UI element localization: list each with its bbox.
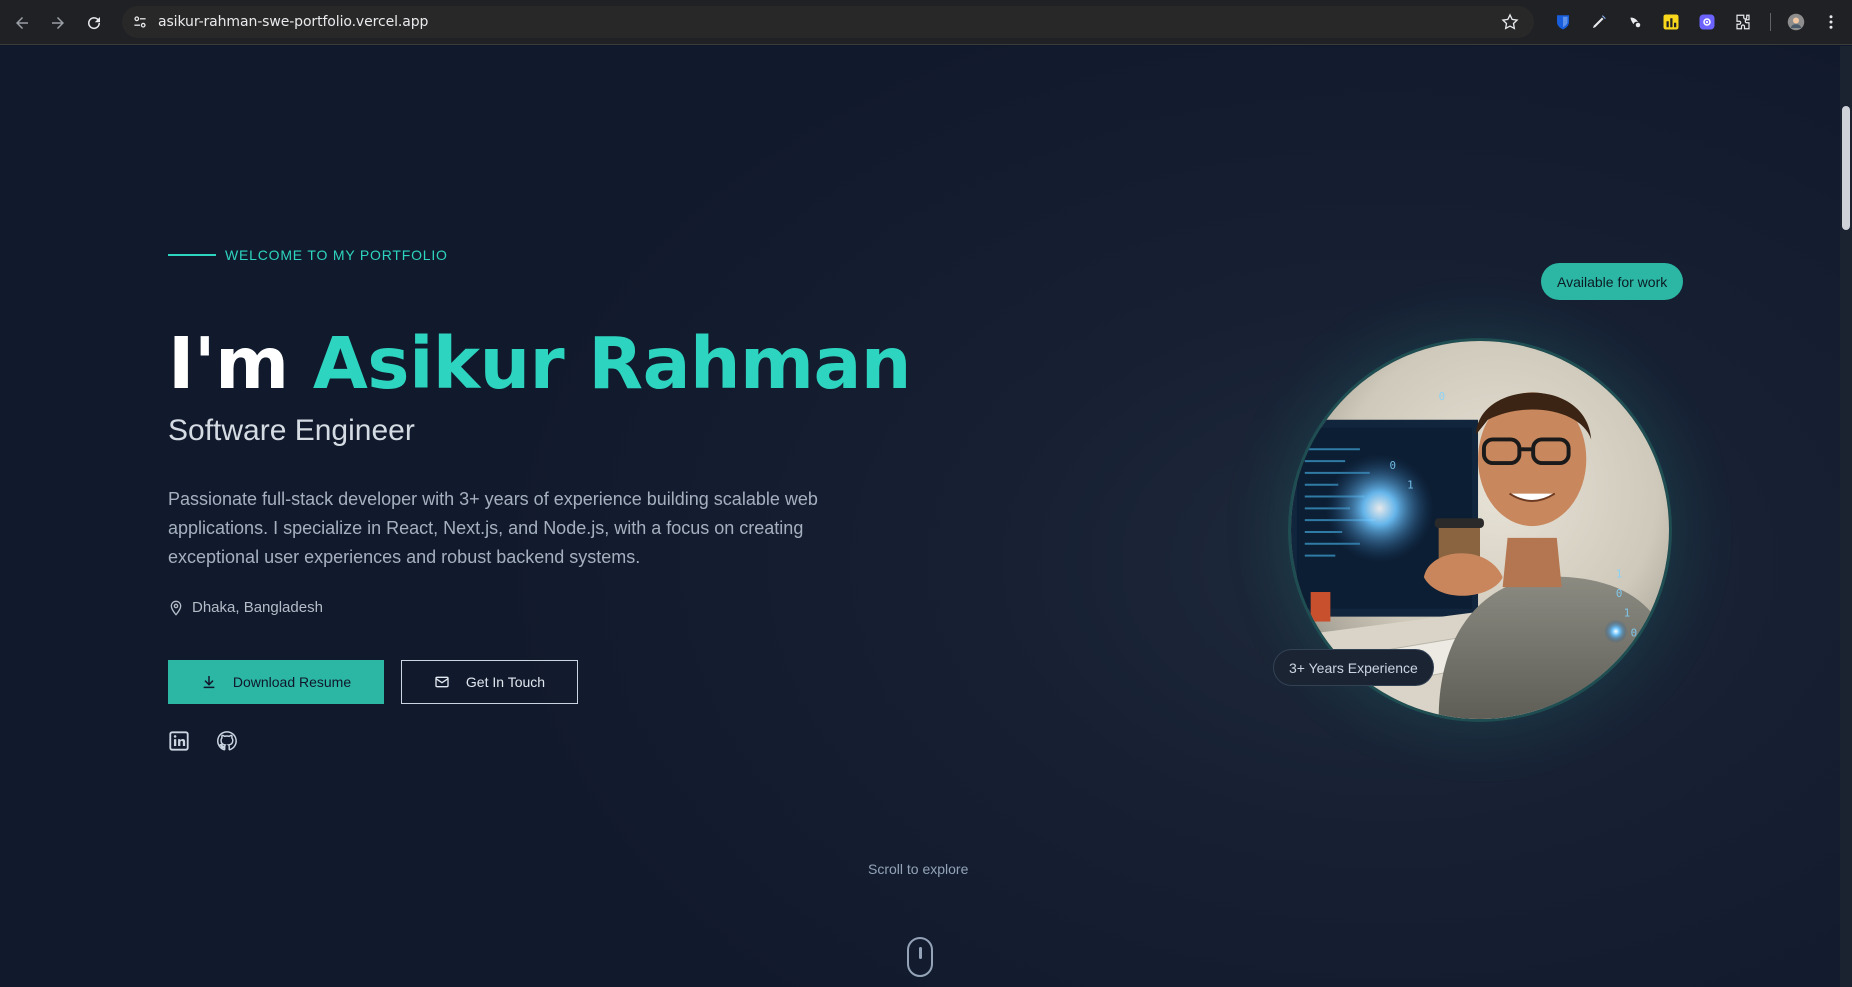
download-resume-button[interactable]: Download Resume: [168, 660, 384, 704]
experience-badge: 3+ Years Experience: [1273, 649, 1434, 686]
mouse-wheel: [919, 947, 922, 959]
role-subtitle: Software Engineer: [168, 414, 415, 447]
bio-paragraph: Passionate full-stack developer with 3+ …: [168, 489, 818, 567]
page-title: I'm Asikur Rahman: [168, 322, 911, 405]
svg-text:1: 1: [1616, 567, 1623, 580]
get-in-touch-button[interactable]: Get In Touch: [401, 660, 578, 704]
linkedin-icon[interactable]: [166, 728, 192, 754]
site-info-icon[interactable]: [130, 12, 150, 32]
profile-avatar[interactable]: [1785, 11, 1807, 33]
url-text[interactable]: asikur-rahman-swe-portfolio.vercel.app: [158, 14, 428, 30]
svg-text:0: 0: [1616, 587, 1623, 600]
menu-icon[interactable]: [1820, 11, 1842, 33]
toolbar-separator: [1770, 13, 1771, 31]
download-resume-label: Download Resume: [232, 674, 352, 690]
eyebrow: WELCOME TO MY PORTFOLIO: [168, 247, 448, 263]
name-text: Asikur Rahman: [312, 322, 912, 405]
page-scrollbar[interactable]: [1840, 46, 1852, 987]
greeting-text: I'm: [168, 322, 313, 405]
settings-extension-icon[interactable]: [1696, 11, 1718, 33]
svg-text:0: 0: [1631, 626, 1638, 639]
mail-icon: [435, 676, 449, 688]
pen-icon[interactable]: [1588, 11, 1610, 33]
get-in-touch-label: Get In Touch: [465, 674, 546, 690]
extension-icon[interactable]: [1624, 11, 1646, 33]
eyebrow-line: [168, 254, 216, 256]
github-icon[interactable]: [214, 728, 240, 754]
portfolio-page: WELCOME TO MY PORTFOLIO I'm Asikur Rahma…: [0, 46, 1852, 987]
svg-text:1: 1: [1407, 479, 1414, 492]
map-pin-icon: [170, 600, 182, 616]
reload-icon[interactable]: [81, 10, 107, 36]
location: Dhaka, Bangladesh: [168, 599, 323, 616]
bitwarden-icon[interactable]: [1552, 11, 1574, 33]
svg-text:1: 1: [1624, 607, 1631, 620]
forward-icon[interactable]: [45, 10, 71, 36]
location-text: Dhaka, Bangladesh: [192, 599, 323, 616]
eyebrow-text: WELCOME TO MY PORTFOLIO: [225, 247, 448, 263]
mouse-scroll-icon[interactable]: [907, 937, 933, 977]
available-for-work-badge: Available for work: [1541, 263, 1684, 300]
scroll-hint-text: Scroll to explore: [868, 861, 969, 877]
address-bar[interactable]: asikur-rahman-swe-portfolio.vercel.app: [122, 6, 1534, 38]
svg-text:0: 0: [1439, 390, 1446, 403]
scrollbar-thumb[interactable]: [1842, 106, 1850, 230]
svg-text:1: 1: [1638, 646, 1645, 659]
bookmark-star-icon[interactable]: [1500, 12, 1520, 32]
browser-toolbar: asikur-rahman-swe-portfolio.vercel.app: [0, 0, 1852, 45]
download-icon: [203, 676, 215, 689]
puzzle-icon[interactable]: [1732, 11, 1754, 33]
metrics-icon[interactable]: [1660, 11, 1682, 33]
back-icon[interactable]: [9, 10, 35, 36]
svg-text:0: 0: [1389, 459, 1396, 472]
